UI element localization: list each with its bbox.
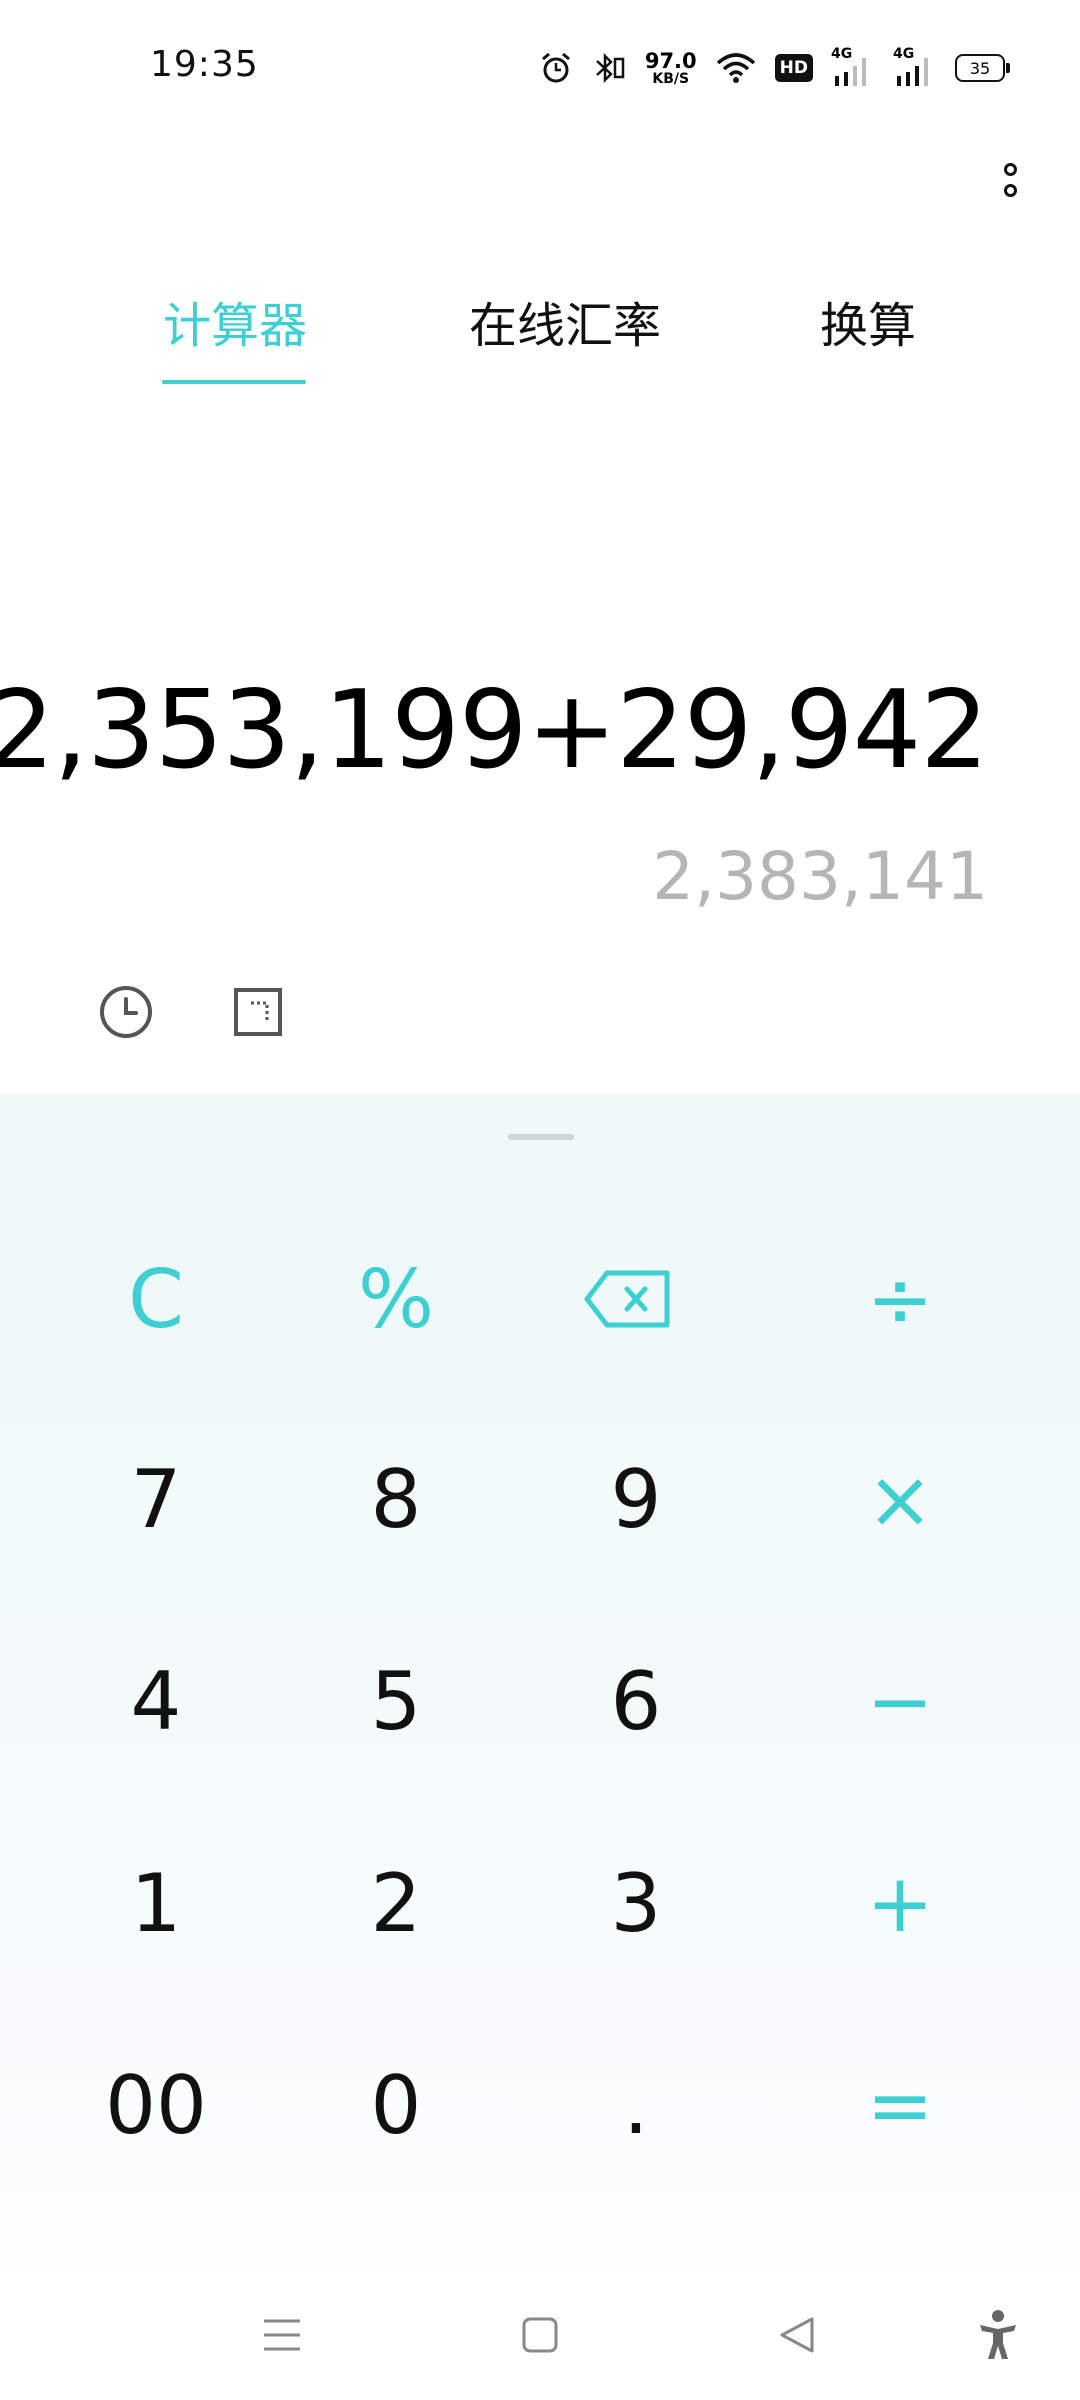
key-7[interactable]: 7: [56, 1424, 256, 1574]
signal-icon: 4G: [893, 46, 937, 88]
key-6[interactable]: 6: [536, 1626, 736, 1776]
backspace-icon: [584, 1270, 670, 1328]
expression-display: 2,353,199+29,942: [0, 668, 989, 793]
hd-label: HD: [774, 54, 813, 82]
key-8[interactable]: 8: [296, 1424, 496, 1574]
backspace-button[interactable]: [528, 1224, 728, 1374]
signal-label: 4G: [893, 46, 915, 62]
add-button[interactable]: +: [800, 1828, 1000, 1978]
more-options-button[interactable]: [980, 150, 1040, 210]
status-icons: 97.0 KB/S HD 4G 4G 35: [539, 46, 1010, 90]
decimal-button[interactable]: .: [536, 2030, 736, 2180]
active-tab-indicator: [162, 380, 306, 384]
net-speed-unit: KB/S: [652, 70, 690, 87]
hd-icon: HD: [774, 48, 813, 88]
key-3[interactable]: 3: [536, 1828, 736, 1978]
subtract-button[interactable]: −: [800, 1626, 1000, 1776]
bluetooth-icon: [591, 48, 627, 88]
nav-menu-button[interactable]: [242, 2300, 322, 2370]
keypad-drag-handle[interactable]: [508, 1134, 574, 1140]
nav-back-button[interactable]: [758, 2300, 838, 2370]
menu-icon: [264, 2319, 300, 2351]
more-dot-icon: [1003, 163, 1017, 176]
alarm-icon: [539, 48, 573, 88]
status-time: 19:35: [150, 44, 259, 85]
key-0[interactable]: 0: [296, 2030, 496, 2180]
home-icon: [522, 2317, 558, 2353]
signal-icon: 4G: [831, 46, 875, 88]
divide-button[interactable]: ÷: [800, 1224, 1000, 1374]
accessibility-icon: [980, 2310, 1016, 2359]
status-bar: 19:35 97.0 KB/S HD 4G 4G 35: [0, 0, 1080, 135]
scientific-toggle-button[interactable]: [228, 982, 288, 1042]
net-speed-value: 97.0: [644, 48, 697, 73]
battery-icon: 35: [955, 48, 1010, 88]
history-button[interactable]: [96, 982, 156, 1042]
scientific-toggle-icon: [234, 988, 282, 1036]
multiply-button[interactable]: ×: [800, 1424, 1000, 1574]
wifi-icon: [715, 48, 757, 88]
tab-calculator[interactable]: 计算器: [150, 286, 320, 356]
nav-home-button[interactable]: [500, 2300, 580, 2370]
net-speed: 97.0 KB/S: [645, 48, 697, 88]
result-preview: 2,383,141: [652, 838, 988, 915]
tab-conversion[interactable]: 换算: [808, 286, 928, 356]
clear-button[interactable]: C: [56, 1224, 256, 1374]
clock-icon: [100, 986, 152, 1038]
more-dot-icon: [1003, 184, 1017, 197]
percent-button[interactable]: %: [296, 1224, 496, 1374]
key-1[interactable]: 1: [56, 1828, 256, 1978]
key-00[interactable]: 00: [56, 2030, 256, 2180]
equals-button[interactable]: =: [800, 2030, 1000, 2180]
key-4[interactable]: 4: [56, 1626, 256, 1776]
key-5[interactable]: 5: [296, 1626, 496, 1776]
signal-label: 4G: [831, 46, 853, 62]
back-icon: [780, 2317, 814, 2353]
tab-exchange-rate[interactable]: 在线汇率: [460, 286, 670, 356]
battery-level: 35: [955, 54, 1005, 82]
key-9[interactable]: 9: [536, 1424, 736, 1574]
key-2[interactable]: 2: [296, 1828, 496, 1978]
nav-accessibility-button[interactable]: [958, 2300, 1038, 2370]
